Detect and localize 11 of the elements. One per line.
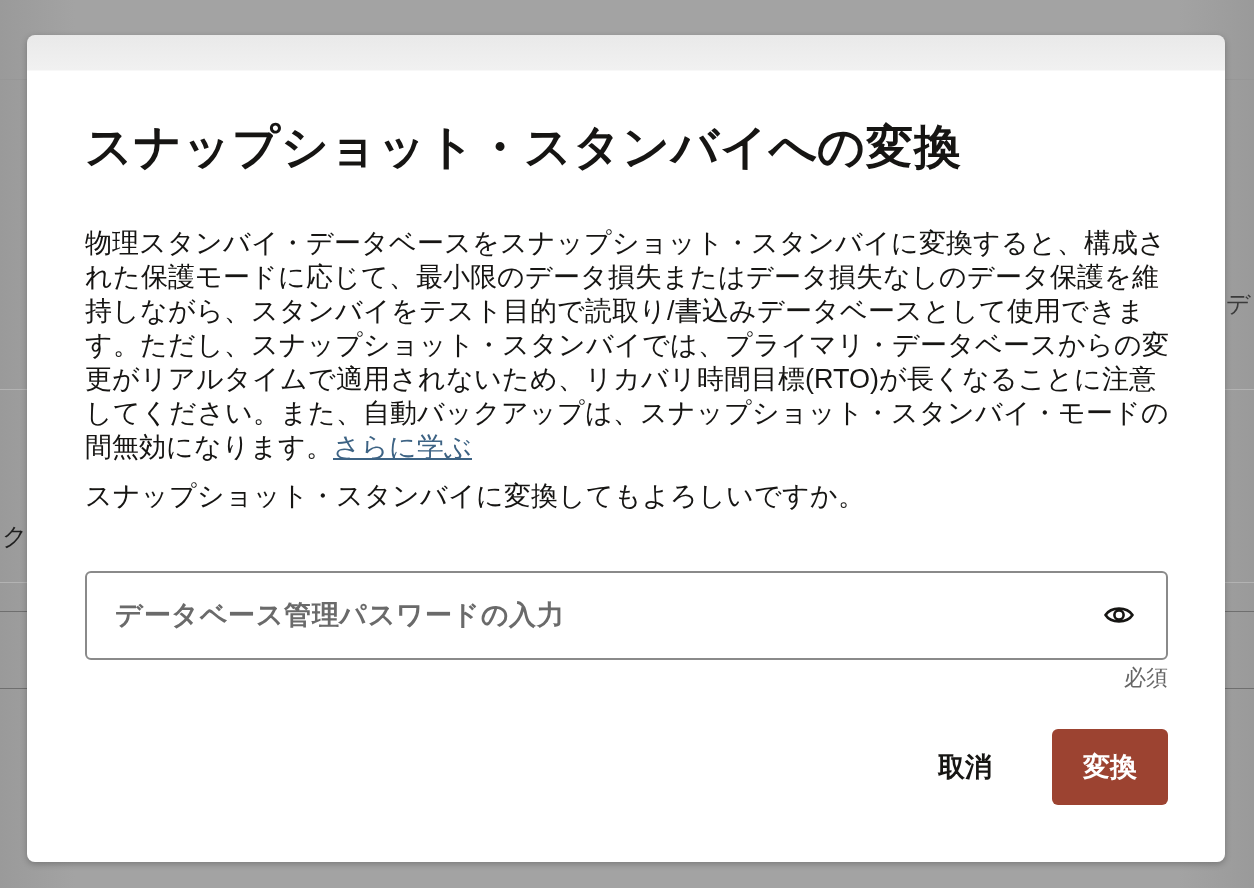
dialog-title: スナップショット・スタンバイへの変換 [85,119,964,175]
table-cell: デ [1226,289,1251,319]
table-cell: ク [2,521,28,551]
password-field[interactable]: データベース管理パスワードの入力 [85,571,1168,660]
convert-button[interactable]: 変換 [1052,729,1168,805]
eye-icon[interactable] [1104,604,1134,626]
confirmation-question: スナップショット・スタンバイに変換してもよろしいですか。 [85,480,866,513]
description-text: 物理スタンバイ・データベースをスナップショット・スタンバイに変換すると、構成された保護モードに応じて、最小限のデータ損失またはデータ損失なしのデータ保護を維持しながら、スタンバイをテスト目的で読取り/書込みデータベースとして使用できます。ただし、スナップショット・スタンバイでは、プライマリ・データベースからの変更がリアルタイムで適用されないため、リカバリ時間目標(RTO)が長くなることに注意してください。また、自動バックアップは、スナップショット・スタンバイ・モードの間無効になります。さらに学ぶ [85,227,1170,464]
learn-more-link[interactable]: さらに学ぶ [333,432,472,462]
required-hint: 必須 [1124,666,1168,690]
cancel-button[interactable]: 取消 [926,729,1004,805]
